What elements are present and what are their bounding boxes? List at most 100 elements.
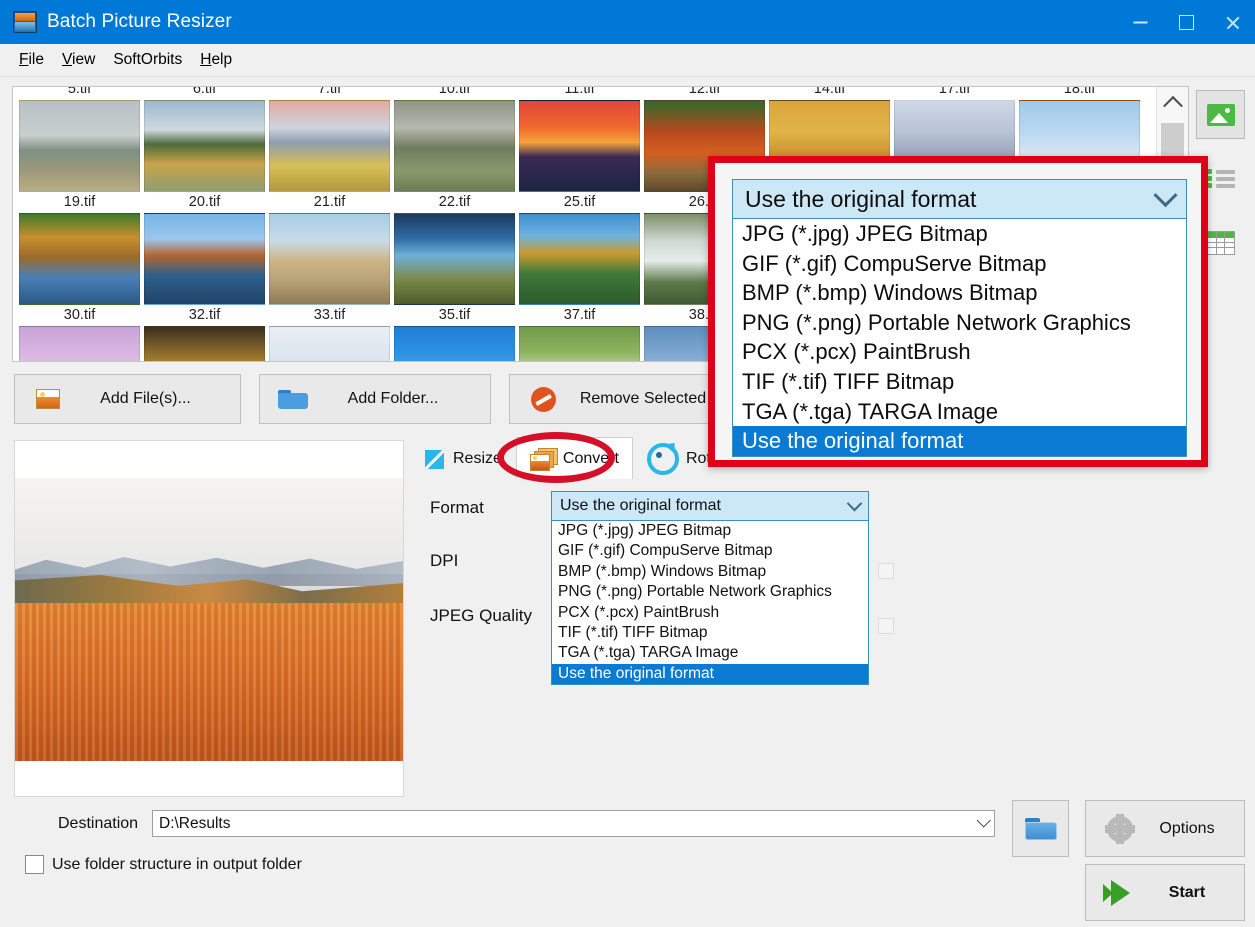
thumbnail-filename: 5.tif	[17, 87, 142, 100]
thumbnail-filename: 20.tif	[142, 192, 267, 213]
app-logo-icon	[13, 11, 37, 33]
format-option[interactable]: JPG (*.jpg) JPEG Bitmap	[552, 521, 868, 541]
callout-options-list[interactable]: JPG (*.jpg) JPEG BitmapGIF (*.gif) Compu…	[732, 219, 1187, 457]
menu-softorbits[interactable]: SoftOrbits	[104, 48, 191, 72]
format-option[interactable]: TIF (*.tif) TIFF Bitmap	[552, 623, 868, 643]
thumbnail-item[interactable]: 33.tif	[267, 305, 392, 361]
format-option[interactable]: TGA (*.tga) TARGA Image	[552, 643, 868, 663]
chevron-down-icon	[847, 495, 863, 511]
menu-file[interactable]: File	[10, 48, 53, 72]
thumbnail-image	[519, 100, 640, 192]
use-folder-structure-label: Use folder structure in output folder	[52, 856, 302, 874]
scroll-up-button[interactable]	[1157, 87, 1188, 118]
thumbnail-image	[519, 213, 640, 305]
thumbnail-filename: 22.tif	[392, 192, 517, 213]
thumbnail-item[interactable]: 21.tif	[267, 192, 392, 305]
thumbnail-filename: 11.tif	[517, 87, 642, 100]
add-folder-button[interactable]: Add Folder...	[259, 374, 491, 424]
options-button[interactable]: Options	[1085, 800, 1245, 857]
thumbnail-filename: 18.tif	[1017, 87, 1142, 100]
thumbnail-item[interactable]: 5.tif	[17, 87, 142, 192]
convert-settings-panel: Format DPI JPEG Quality Use the original…	[408, 479, 1188, 795]
thumbnail-image	[19, 213, 140, 305]
format-combobox[interactable]: Use the original format JPG (*.jpg) JPEG…	[551, 491, 869, 685]
thumbnail-item[interactable]: 7.tif	[267, 87, 392, 192]
thumbnail-item[interactable]: 35.tif	[392, 305, 517, 361]
format-option[interactable]: GIF (*.gif) CompuServe Bitmap	[552, 541, 868, 561]
callout-format-option[interactable]: Use the original format	[733, 426, 1186, 456]
thumbnail-item[interactable]: 6.tif	[142, 87, 267, 192]
thumbnail-item[interactable]: 20.tif	[142, 192, 267, 305]
window-title: Batch Picture Resizer	[47, 11, 232, 33]
thumbnail-item[interactable]: 25.tif	[517, 192, 642, 305]
use-folder-structure-row[interactable]: Use folder structure in output folder	[25, 855, 302, 874]
callout-selected-value: Use the original format	[745, 186, 976, 213]
callout-format-option[interactable]: PNG (*.png) Portable Network Graphics	[733, 308, 1186, 338]
callout-format-option[interactable]: PCX (*.pcx) PaintBrush	[733, 337, 1186, 367]
preview-image	[15, 478, 403, 761]
use-folder-structure-checkbox[interactable]	[25, 855, 44, 874]
dpi-field[interactable]	[878, 563, 894, 579]
thumbnail-item[interactable]: 22.tif	[392, 192, 517, 305]
close-button[interactable]	[1209, 0, 1255, 44]
thumbnail-item[interactable]: 19.tif	[17, 192, 142, 305]
destination-combobox[interactable]: D:\Results	[152, 810, 995, 837]
play-arrow-icon	[1111, 880, 1130, 906]
callout-format-option[interactable]: GIF (*.gif) CompuServe Bitmap	[733, 249, 1186, 279]
chevron-down-icon	[1153, 183, 1177, 207]
jpeg-quality-field[interactable]	[878, 618, 894, 634]
format-option[interactable]: BMP (*.bmp) Windows Bitmap	[552, 562, 868, 582]
thumbnail-item[interactable]: 32.tif	[142, 305, 267, 361]
list-view-icon	[1207, 169, 1235, 189]
window-controls	[1117, 0, 1255, 44]
view-mode-thumbnails-button[interactable]	[1196, 90, 1245, 139]
browse-destination-button[interactable]	[1012, 800, 1069, 857]
thumbnail-filename: 19.tif	[17, 192, 142, 213]
thumbnail-view-icon	[1207, 104, 1235, 126]
start-button[interactable]: Start	[1085, 864, 1245, 921]
format-option[interactable]: PNG (*.png) Portable Network Graphics	[552, 582, 868, 602]
folder-icon	[278, 388, 308, 410]
chevron-down-icon	[977, 813, 991, 827]
menu-bar: File View SoftOrbits Help	[0, 44, 1255, 77]
format-combobox-header[interactable]: Use the original format	[551, 491, 869, 521]
thumbnail-item[interactable]: 37.tif	[517, 305, 642, 361]
thumbnail-image	[144, 100, 265, 192]
remove-selected-button[interactable]: Remove Selected	[509, 374, 741, 424]
format-label: Format	[430, 498, 484, 518]
title-bar: Batch Picture Resizer	[0, 0, 1255, 44]
add-files-button[interactable]: Add File(s)...	[14, 374, 241, 424]
format-options-list[interactable]: JPG (*.jpg) JPEG BitmapGIF (*.gif) Compu…	[551, 521, 869, 685]
menu-help[interactable]: Help	[191, 48, 241, 72]
callout-format-option[interactable]: TIF (*.tif) TIFF Bitmap	[733, 367, 1186, 397]
thumbnail-item[interactable]: 11.tif	[517, 87, 642, 192]
options-label: Options	[1140, 820, 1244, 838]
format-option[interactable]: Use the original format	[552, 664, 868, 684]
resize-arrows-icon	[422, 447, 446, 471]
thumbnail-filename: 12.tif	[642, 87, 767, 100]
thumbnail-filename: 17.tif	[892, 87, 1017, 100]
thumbnail-filename: 10.tif	[392, 87, 517, 100]
thumbnail-filename: 6.tif	[142, 87, 267, 100]
callout-format-option[interactable]: TGA (*.tga) TARGA Image	[733, 397, 1186, 427]
thumbnail-image	[269, 213, 390, 305]
callout-format-option[interactable]: JPG (*.jpg) JPEG Bitmap	[733, 219, 1186, 249]
menu-view[interactable]: View	[53, 48, 104, 72]
thumbnail-filename: 35.tif	[392, 305, 517, 326]
thumbnail-item[interactable]: 30.tif	[17, 305, 142, 361]
application-window: Batch Picture Resizer File View SoftOrbi…	[0, 0, 1255, 927]
thumbnail-image	[394, 213, 515, 305]
close-icon	[1225, 15, 1240, 30]
minimize-button[interactable]	[1117, 0, 1163, 44]
thumbnail-item[interactable]: 10.tif	[392, 87, 517, 192]
maximize-button[interactable]	[1163, 0, 1209, 44]
callout-combobox[interactable]: Use the original format JPG (*.jpg) JPEG…	[732, 179, 1187, 455]
callout-combobox-header[interactable]: Use the original format	[732, 179, 1187, 219]
rotate-icon	[647, 443, 679, 475]
callout-format-option[interactable]: BMP (*.bmp) Windows Bitmap	[733, 278, 1186, 308]
add-files-label: Add File(s)...	[65, 390, 240, 408]
magnified-dropdown-callout: Use the original format JPG (*.jpg) JPEG…	[708, 156, 1208, 467]
thumbnail-filename: 30.tif	[17, 305, 142, 326]
format-option[interactable]: PCX (*.pcx) PaintBrush	[552, 603, 868, 623]
maximize-icon	[1179, 15, 1194, 30]
